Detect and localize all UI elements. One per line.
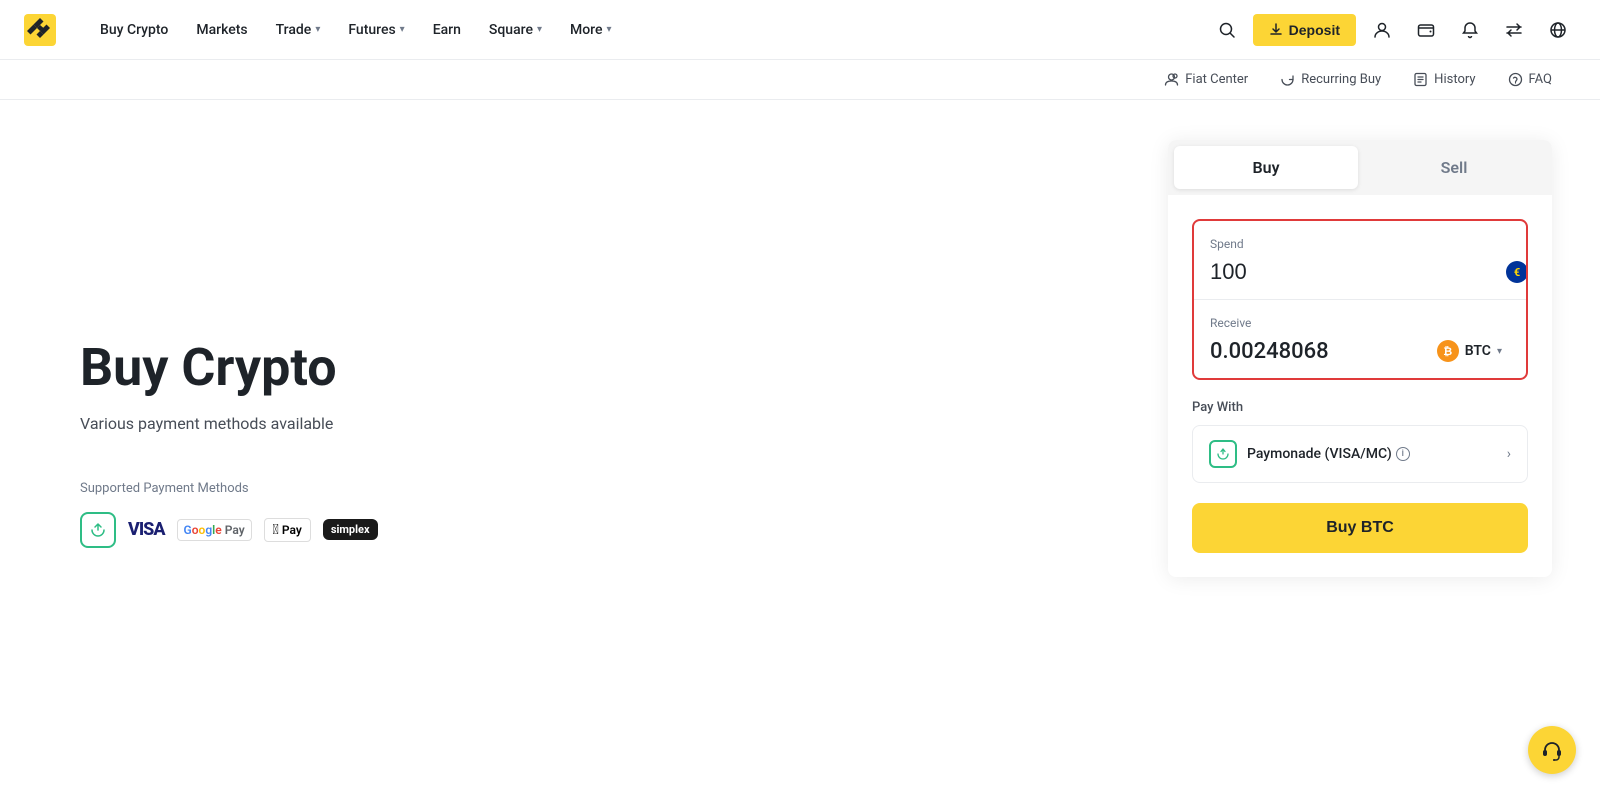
- recurring-buy-link[interactable]: Recurring Buy: [1280, 72, 1381, 87]
- recurring-icon: [1280, 72, 1295, 87]
- binance-logo-icon: [24, 14, 56, 46]
- pay-with-label: Pay With: [1192, 400, 1528, 415]
- profile-icon: [1373, 21, 1391, 39]
- nav-earn[interactable]: Earn: [421, 14, 473, 46]
- notifications-button[interactable]: [1452, 12, 1488, 48]
- buy-button[interactable]: Buy BTC: [1192, 503, 1528, 553]
- faq-icon: [1508, 72, 1523, 87]
- globe-icon: [1549, 21, 1567, 39]
- payment-icons: VISA Google Pay  Pay simplex: [80, 512, 1040, 548]
- receive-amount: 0.00248068: [1210, 339, 1429, 364]
- hero-subtitle: Various payment methods available: [80, 414, 1040, 433]
- paymonade-pay-icon: [1209, 440, 1237, 468]
- futures-chevron-icon: ▾: [400, 24, 405, 35]
- exchange-box: Spend € EUR ▾ Receive: [1192, 219, 1528, 380]
- payment-method-left: Paymonade (VISA/MC) i: [1209, 440, 1410, 468]
- main-content: Buy Crypto Various payment methods avail…: [0, 100, 1600, 786]
- history-icon: [1413, 72, 1428, 87]
- buy-sell-widget: Buy Sell Spend €: [1168, 140, 1552, 577]
- nav-buy-crypto[interactable]: Buy Crypto: [88, 14, 180, 46]
- receive-label: Receive: [1210, 316, 1510, 330]
- headset-icon: [1541, 739, 1563, 761]
- widget-body: Spend € EUR ▾ Receive: [1168, 195, 1552, 577]
- receive-field: Receive 0.00248068 ₿ BTC ▾: [1194, 300, 1526, 378]
- deposit-button[interactable]: Deposit: [1253, 14, 1356, 46]
- btc-label: BTC: [1465, 343, 1491, 359]
- spend-input[interactable]: [1210, 259, 1498, 285]
- btc-chevron-icon: ▾: [1497, 346, 1502, 357]
- search-button[interactable]: [1209, 12, 1245, 48]
- fiat-center-link[interactable]: Fiat Center: [1164, 72, 1248, 87]
- spend-label: Spend: [1210, 237, 1510, 251]
- paymonade-icon: [80, 512, 116, 548]
- hero-section: Buy Crypto Various payment methods avail…: [0, 100, 1120, 786]
- profile-button[interactable]: [1364, 12, 1400, 48]
- btc-currency-selector[interactable]: ₿ BTC ▾: [1429, 336, 1510, 366]
- download-icon: [1269, 23, 1283, 37]
- nav-more[interactable]: More ▾: [558, 14, 624, 46]
- payment-methods-label: Supported Payment Methods: [80, 481, 1040, 496]
- more-chevron-icon: ▾: [607, 24, 612, 35]
- eur-currency-selector[interactable]: € EUR ▾: [1498, 257, 1528, 287]
- history-link[interactable]: History: [1413, 72, 1475, 87]
- secondary-nav: Fiat Center Recurring Buy History FAQ: [0, 60, 1600, 100]
- nav-square[interactable]: Square ▾: [477, 14, 554, 46]
- tab-sell[interactable]: Sell: [1362, 146, 1546, 189]
- logo[interactable]: [24, 14, 56, 46]
- payment-method-name: Paymonade (VISA/MC) i: [1247, 446, 1410, 462]
- nav-trade[interactable]: Trade ▾: [264, 14, 333, 46]
- spend-field: Spend € EUR ▾: [1194, 221, 1526, 300]
- spend-row: € EUR ▾: [1210, 257, 1510, 287]
- simplex-icon: simplex: [323, 514, 378, 546]
- nav-actions: Deposit: [1209, 12, 1576, 48]
- wallet-icon: [1417, 21, 1435, 39]
- wallet-button[interactable]: [1408, 12, 1444, 48]
- eur-icon: €: [1506, 261, 1528, 283]
- gpay-icon: Google Pay: [177, 514, 252, 546]
- square-chevron-icon: ▾: [537, 24, 542, 35]
- chat-button[interactable]: [1528, 726, 1576, 774]
- transfer-button[interactable]: [1496, 12, 1532, 48]
- fiat-center-icon: [1164, 72, 1179, 87]
- applepay-icon:  Pay: [264, 514, 311, 546]
- nav-links: Buy Crypto Markets Trade ▾ Futures ▾ Ear…: [88, 14, 1209, 46]
- tab-buy[interactable]: Buy: [1174, 146, 1358, 189]
- info-icon[interactable]: i: [1396, 447, 1410, 461]
- page-title: Buy Crypto: [80, 338, 1040, 398]
- receive-row: 0.00248068 ₿ BTC ▾: [1210, 336, 1510, 366]
- trade-chevron-icon: ▾: [315, 24, 320, 35]
- faq-link[interactable]: FAQ: [1508, 72, 1552, 87]
- pay-with-section: Pay With Paymonade (VISA/MC) i: [1192, 400, 1528, 483]
- btc-icon: ₿: [1437, 340, 1459, 362]
- payment-method-option[interactable]: Paymonade (VISA/MC) i ›: [1192, 425, 1528, 483]
- transfer-icon: [1505, 21, 1523, 39]
- widget-tabs: Buy Sell: [1168, 140, 1552, 195]
- navbar: Buy Crypto Markets Trade ▾ Futures ▾ Ear…: [0, 0, 1600, 60]
- search-icon: [1218, 21, 1236, 39]
- nav-futures[interactable]: Futures ▾: [336, 14, 416, 46]
- payment-method-arrow-icon: ›: [1507, 446, 1511, 462]
- language-button[interactable]: [1540, 12, 1576, 48]
- widget-section: Buy Sell Spend €: [1120, 100, 1600, 786]
- visa-icon: VISA: [128, 514, 165, 546]
- bell-icon: [1461, 21, 1479, 39]
- nav-markets[interactable]: Markets: [184, 14, 259, 46]
